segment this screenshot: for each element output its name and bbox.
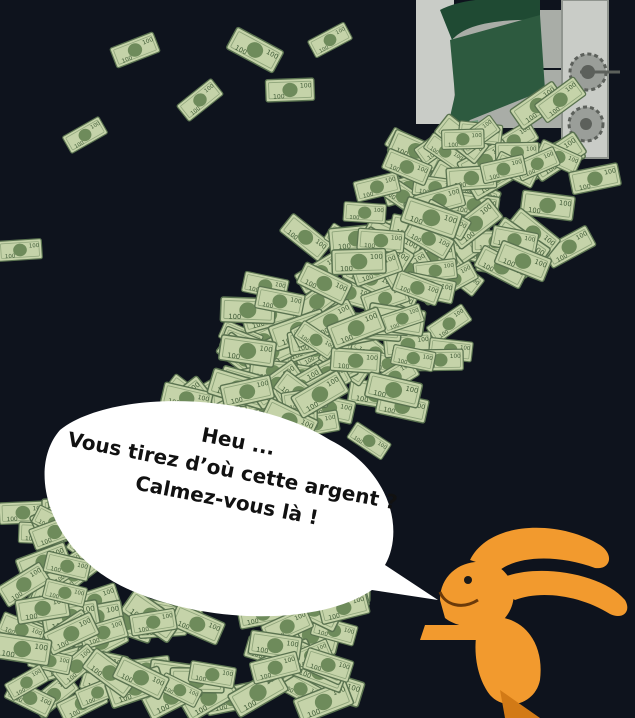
banknote xyxy=(329,347,382,375)
banknote xyxy=(0,238,44,262)
banknote xyxy=(264,77,316,103)
banknote xyxy=(306,21,354,59)
banknote-pile xyxy=(0,21,623,718)
rabbit-character xyxy=(420,527,628,718)
banknote xyxy=(61,115,109,155)
banknote xyxy=(175,77,225,123)
banknote xyxy=(109,31,161,69)
banknote xyxy=(330,247,387,276)
banknote xyxy=(225,26,285,74)
banknote xyxy=(440,128,485,151)
banknote xyxy=(342,201,388,225)
